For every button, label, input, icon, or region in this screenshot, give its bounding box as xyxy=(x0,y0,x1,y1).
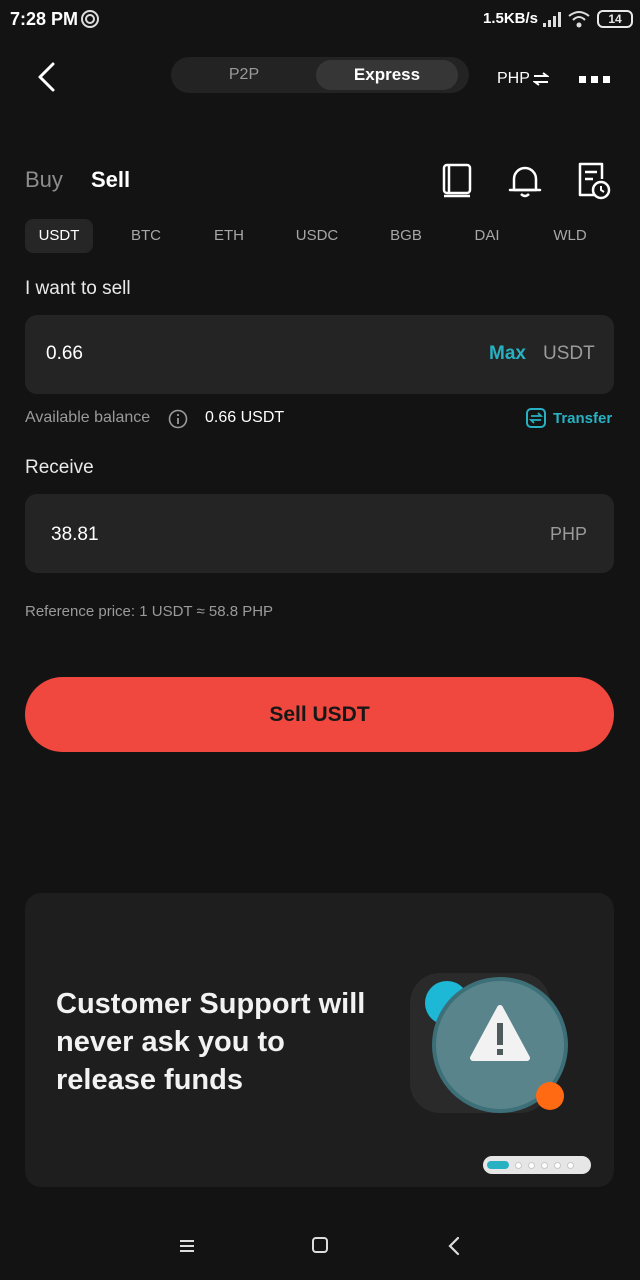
network-speed: 1.5KB/s xyxy=(483,10,539,27)
order-history-button[interactable] xyxy=(574,160,612,202)
coin-tab-usdt[interactable]: USDT xyxy=(25,219,93,253)
chevron-left-icon xyxy=(38,62,55,92)
coin-tab-btc[interactable]: BTC xyxy=(116,219,176,253)
more-dot-icon xyxy=(602,75,610,83)
receive-amount-value[interactable]: 38.81 xyxy=(51,524,99,546)
sell-usdt-button[interactable]: Sell USDT xyxy=(25,677,614,752)
more-dot-icon xyxy=(578,75,586,83)
currency-switch[interactable]: PHP xyxy=(497,70,549,88)
balance-value: 0.66 USDT xyxy=(205,409,285,426)
transfer-label: Transfer xyxy=(553,409,613,427)
guide-button[interactable] xyxy=(438,160,476,202)
swap-icon xyxy=(532,72,549,86)
carousel-dot[interactable] xyxy=(515,1161,522,1169)
tab-sell[interactable]: Sell xyxy=(91,167,130,193)
more-dot-icon xyxy=(590,75,598,83)
transfer-icon xyxy=(526,408,546,428)
coin-tab-eth[interactable]: ETH xyxy=(199,219,259,253)
receive-unit: PHP xyxy=(550,524,588,544)
promo-banner[interactable]: Customer Support will never ask you to r… xyxy=(25,893,614,1187)
tab-express[interactable]: Express xyxy=(316,60,458,90)
tab-buy[interactable]: Buy xyxy=(25,167,63,193)
status-bar: 7:28 PM 1.5KB/s 14 xyxy=(0,0,640,40)
balance-label: Available balance xyxy=(25,409,151,426)
coin-tab-wld[interactable]: WLD xyxy=(540,219,600,253)
coin-tab-usdc[interactable]: USDC xyxy=(282,219,352,253)
carousel-indicator xyxy=(483,1156,591,1174)
tab-p2p[interactable]: P2P xyxy=(171,57,317,93)
book-icon xyxy=(442,163,472,198)
mode-toggle: P2P Express xyxy=(171,57,469,93)
carousel-dot-active[interactable] xyxy=(487,1161,509,1169)
receive-amount-field[interactable]: 38.81 PHP xyxy=(25,494,614,573)
reference-price: Reference price: 1 USDT ≈ 58.8 PHP xyxy=(25,603,274,620)
fingerprint-icon xyxy=(81,10,99,28)
receive-label: Receive xyxy=(25,457,94,478)
banner-text: Customer Support will never ask you to r… xyxy=(56,988,366,1096)
transfer-button[interactable]: Transfer xyxy=(526,408,612,428)
currency-label: PHP xyxy=(497,70,530,87)
carousel-dot[interactable] xyxy=(528,1161,535,1169)
back-button[interactable] xyxy=(26,56,66,98)
carousel-dot[interactable] xyxy=(541,1161,548,1169)
coin-tabs: USDT BTC ETH USDC BGB DAI WLD xyxy=(25,219,625,255)
more-options-button[interactable] xyxy=(574,64,614,94)
status-time: 7:28 PM xyxy=(10,9,79,29)
carousel-dot[interactable] xyxy=(567,1161,574,1169)
recent-apps-icon[interactable] xyxy=(176,1235,198,1257)
coin-tab-dai[interactable]: DAI xyxy=(457,219,517,253)
sell-label: I want to sell xyxy=(25,278,131,299)
coin-tab-bgb[interactable]: BGB xyxy=(376,219,436,253)
carousel-dot[interactable] xyxy=(554,1161,561,1169)
sell-unit: USDT xyxy=(543,343,595,364)
system-back-icon[interactable] xyxy=(444,1235,464,1257)
wifi-icon xyxy=(568,11,590,28)
info-icon[interactable] xyxy=(168,409,188,429)
sell-amount-field[interactable]: 0.66 Max USDT xyxy=(25,315,614,394)
notifications-button[interactable] xyxy=(506,160,544,202)
home-icon[interactable] xyxy=(311,1236,329,1254)
bell-icon xyxy=(508,166,542,198)
order-history-icon xyxy=(578,162,611,200)
battery-indicator: 14 xyxy=(597,10,633,28)
signal-icon xyxy=(543,12,561,27)
max-button[interactable]: Max xyxy=(489,343,526,365)
warning-illustration-icon xyxy=(410,973,568,1113)
sell-amount-value[interactable]: 0.66 xyxy=(46,343,83,365)
